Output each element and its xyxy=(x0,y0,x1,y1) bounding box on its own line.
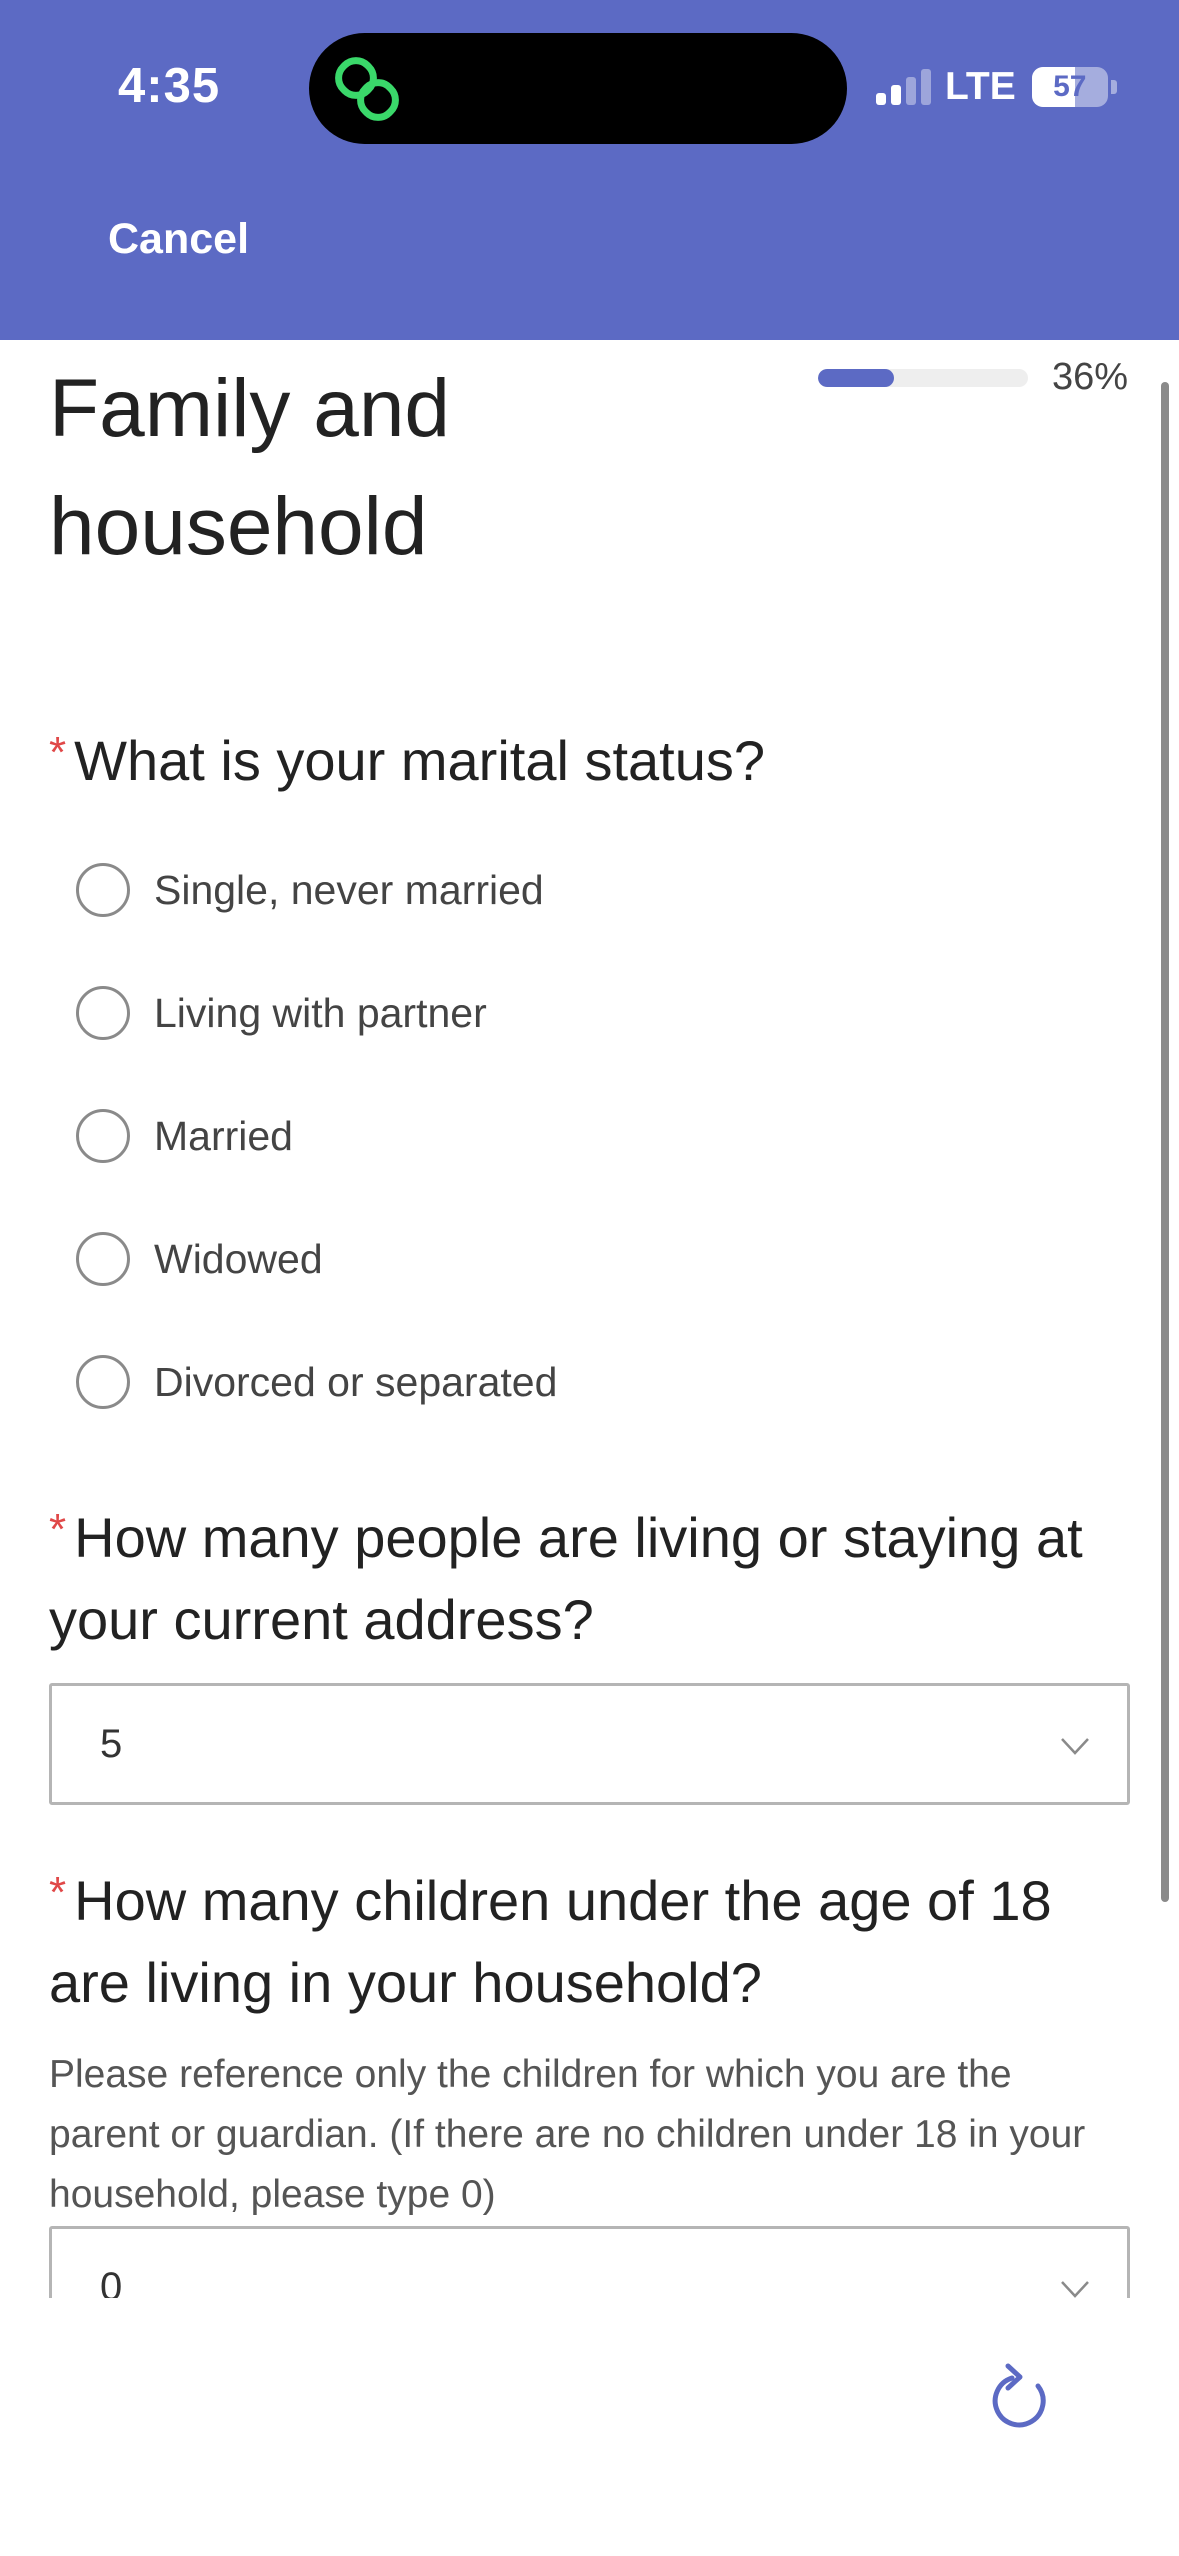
question-marital-status: * What is your marital status? xyxy=(49,720,1129,802)
question-text: How many children under the age of 18 ar… xyxy=(49,1869,1052,2014)
radio-button[interactable] xyxy=(76,863,130,917)
scrollbar[interactable] xyxy=(1161,382,1169,1902)
progress-bar xyxy=(818,369,1028,387)
signal-strength-icon xyxy=(876,69,931,105)
household-size-select[interactable]: 5 xyxy=(49,1683,1130,1805)
radio-button[interactable] xyxy=(76,1232,130,1286)
required-marker: * xyxy=(49,1868,67,1917)
option-widowed[interactable]: Widowed xyxy=(76,1229,323,1289)
helper-text: Please reference only the children for w… xyxy=(49,2053,1086,2216)
progress-fill xyxy=(818,369,894,387)
option-label: Married xyxy=(154,1112,293,1159)
question-household-size: * How many people are living or staying a… xyxy=(49,1497,1129,1661)
progress-label: 36% xyxy=(1052,356,1129,398)
app-header: 4:35 LTE 57 Cancel xyxy=(0,0,1179,340)
signal-bar xyxy=(906,77,916,105)
status-time: 4:35 xyxy=(118,59,221,113)
signal-bar xyxy=(876,93,886,105)
option-label: Single, never married xyxy=(154,866,544,913)
question-text: How many people are living or staying at… xyxy=(49,1506,1083,1651)
dynamic-island xyxy=(309,33,847,144)
signal-bar xyxy=(921,69,931,105)
question-children-count: * How many children under the age of 18 a… xyxy=(49,1860,1129,2024)
select-value: 5 xyxy=(100,1722,123,1766)
radio-button[interactable] xyxy=(76,1355,130,1409)
option-living-with-partner[interactable]: Living with partner xyxy=(76,983,487,1043)
radio-button[interactable] xyxy=(76,1109,130,1163)
status-indicators: LTE 57 xyxy=(876,62,1117,112)
option-label: Living with partner xyxy=(154,989,487,1036)
battery-level: 57 xyxy=(1053,70,1087,103)
signal-bar xyxy=(891,85,901,105)
battery-tip xyxy=(1110,80,1117,94)
network-label: LTE xyxy=(945,65,1016,108)
option-label: Widowed xyxy=(154,1235,323,1282)
option-married[interactable]: Married xyxy=(76,1106,293,1166)
option-label: Divorced or separated xyxy=(154,1358,558,1405)
radio-button[interactable] xyxy=(76,986,130,1040)
option-divorced[interactable]: Divorced or separated xyxy=(76,1352,557,1412)
chevron-down-icon xyxy=(1061,1738,1089,1755)
linked-rings-icon xyxy=(335,57,399,121)
option-single[interactable]: Single, never married xyxy=(76,860,544,920)
page-title: Family and household xyxy=(49,363,451,572)
required-marker: * xyxy=(49,728,67,777)
cancel-button[interactable]: Cancel xyxy=(108,215,249,264)
refresh-icon[interactable] xyxy=(986,2360,1054,2432)
required-marker: * xyxy=(49,1505,67,1554)
battery-icon: 57 xyxy=(1031,67,1108,107)
question-text: What is your marital status? xyxy=(74,729,766,792)
